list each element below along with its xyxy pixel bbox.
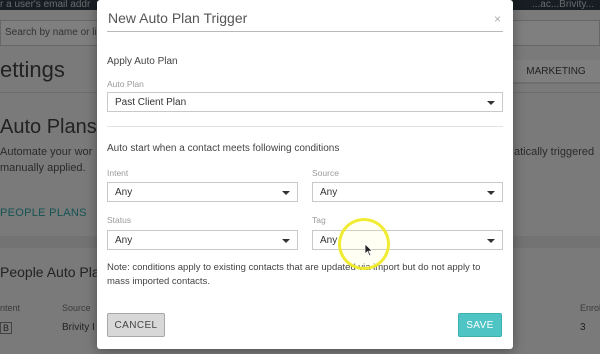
divider [107, 126, 503, 127]
status-label: Status [107, 215, 132, 225]
source-label: Source [312, 168, 339, 178]
save-button[interactable]: SAVE [458, 313, 502, 337]
source-value: Any [320, 187, 338, 198]
import-note: Note: conditions apply to existing conta… [107, 262, 481, 287]
conditions-title: Auto start when a contact meets followin… [107, 143, 340, 154]
auto-plan-select[interactable]: Past Client Plan [107, 92, 503, 112]
chevron-down-icon [282, 239, 290, 243]
tag-label: Tag [312, 215, 326, 225]
auto-plan-value: Past Client Plan [115, 97, 187, 108]
chevron-down-icon [487, 239, 495, 243]
cancel-button[interactable]: CANCEL [107, 313, 165, 337]
chevron-down-icon [282, 191, 290, 195]
new-auto-plan-trigger-modal: New Auto Plan Trigger × Apply Auto Plan … [97, 0, 513, 349]
chevron-down-icon [487, 101, 495, 105]
apply-auto-plan-title: Apply Auto Plan [107, 56, 178, 67]
modal-title: New Auto Plan Trigger [107, 10, 503, 32]
intent-select[interactable]: Any [107, 182, 298, 202]
auto-plan-label: Auto Plan [107, 79, 144, 89]
status-value: Any [115, 235, 133, 246]
tag-value: Any [320, 235, 338, 246]
close-icon[interactable]: × [494, 12, 501, 26]
intent-value: Any [115, 187, 133, 198]
source-select[interactable]: Any [312, 182, 503, 202]
mouse-pointer-icon [364, 243, 374, 257]
intent-label: Intent [107, 168, 129, 178]
chevron-down-icon [487, 191, 495, 195]
status-select[interactable]: Any [107, 230, 298, 250]
